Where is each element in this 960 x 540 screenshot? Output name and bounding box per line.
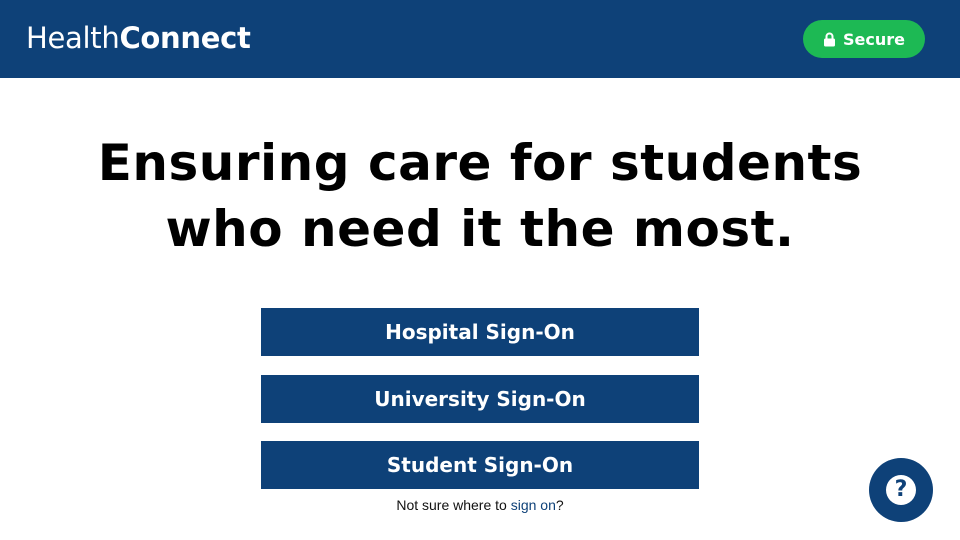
student-signon-button[interactable]: Student Sign-On	[261, 441, 699, 489]
hero-headline: Ensuring care for students who need it t…	[0, 130, 960, 262]
university-signon-button[interactable]: University Sign-On	[261, 375, 699, 423]
logo-text-light: Health	[26, 21, 120, 55]
sign-on-help-link[interactable]: sign on	[511, 497, 556, 513]
help-icon: ?	[886, 475, 916, 505]
hospital-signon-button[interactable]: Hospital Sign-On	[261, 308, 699, 356]
helper-prefix: Not sure where to	[396, 497, 511, 513]
hero-headline-line2: who need it the most.	[165, 200, 795, 258]
top-header: HealthConnect Secure	[0, 0, 960, 78]
healthconnect-logo[interactable]: HealthConnect	[26, 21, 251, 55]
helper-suffix: ?	[555, 497, 564, 513]
signon-helper-text: Not sure where to sign on?	[0, 497, 960, 513]
secure-label: Secure	[843, 29, 905, 49]
lock-icon	[824, 32, 835, 46]
hero-headline-line1: Ensuring care for students	[97, 134, 863, 192]
logo-text-bold: Connect	[119, 21, 251, 55]
secure-badge: Secure	[803, 20, 925, 58]
help-button[interactable]: ?	[869, 458, 933, 522]
